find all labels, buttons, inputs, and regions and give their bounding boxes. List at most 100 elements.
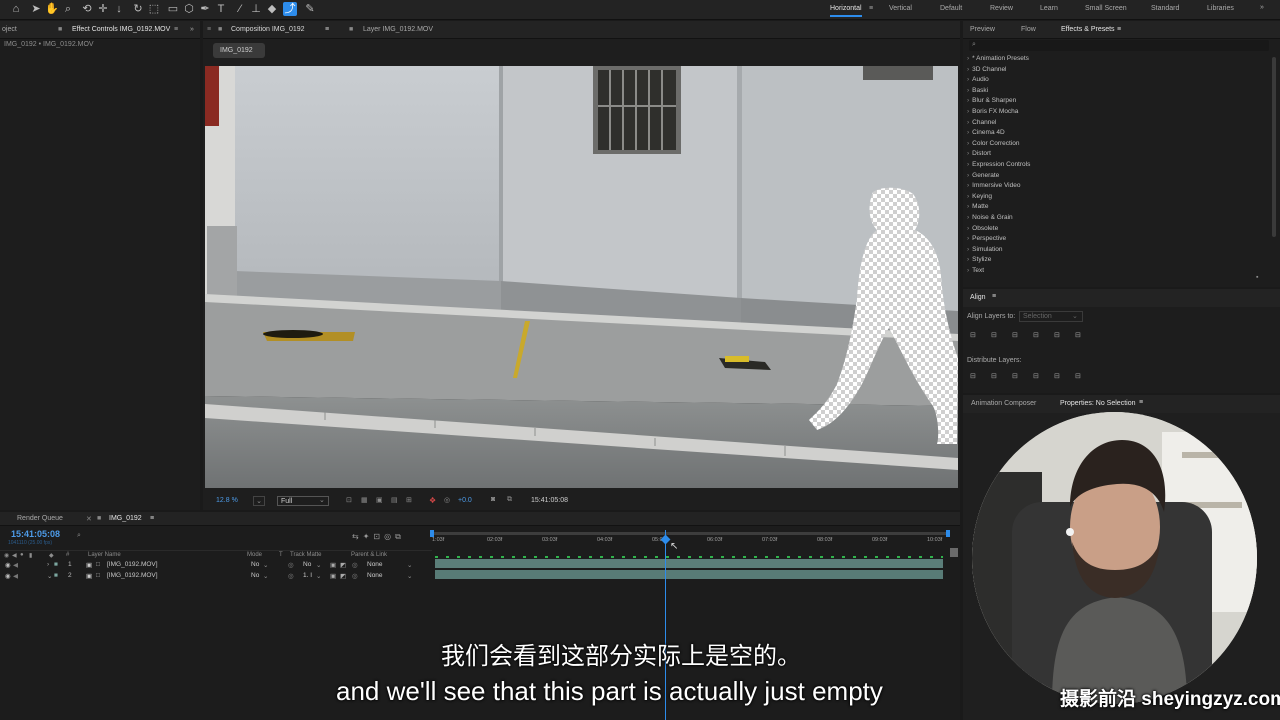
composition-viewer[interactable] xyxy=(205,66,958,488)
pan-tool-icon[interactable]: ✛ xyxy=(96,2,110,16)
align-top-icon[interactable]: ⊟ xyxy=(1033,331,1039,339)
preserve-transparency-icon[interactable]: ◎ xyxy=(288,561,294,569)
effects-scrollbar[interactable] xyxy=(1272,57,1276,237)
track-matte-select[interactable]: No xyxy=(303,561,311,568)
panel-overflow-icon[interactable]: » xyxy=(190,26,194,33)
footage-icon[interactable]: ▣ xyxy=(86,572,92,580)
workspace-vertical[interactable]: Vertical xyxy=(889,5,912,12)
effect-category-item[interactable]: Perspective xyxy=(967,235,1006,242)
tab-layer[interactable]: Layer IMG_0192.MOV xyxy=(363,26,433,33)
effect-category-item[interactable]: Audio xyxy=(967,76,989,83)
zoom-level[interactable]: 12.8 % xyxy=(216,497,238,504)
zoom-dropdown-chevron-icon[interactable]: ⌄ xyxy=(253,496,265,506)
close-icon[interactable]: ✕ xyxy=(86,515,92,523)
work-area-start-handle[interactable] xyxy=(430,530,434,537)
zoom-tool-icon[interactable]: ⌕ xyxy=(61,2,75,16)
layer-2-duration-bar[interactable] xyxy=(435,570,943,579)
pen-tool-icon[interactable]: ✒ xyxy=(198,2,212,16)
matte-switch-icon[interactable]: ▣ xyxy=(330,561,336,569)
channel-icon[interactable]: ❖ xyxy=(429,496,436,505)
puppet-pin-tool-icon[interactable]: ✎ xyxy=(303,2,317,16)
close-icon[interactable]: ■ xyxy=(58,26,62,33)
dolly-tool-icon[interactable]: ↓ xyxy=(112,2,126,16)
chevron-down-icon[interactable]: ⌄ xyxy=(316,572,321,580)
align-title[interactable]: Align xyxy=(970,294,986,301)
show-snapshot-icon[interactable]: ⧉ xyxy=(507,496,512,504)
workspace-overflow-icon[interactable]: » xyxy=(1260,4,1264,11)
effect-category-item[interactable]: Channel xyxy=(967,119,996,126)
track-matte-select[interactable]: 1. I xyxy=(303,572,312,579)
effect-category-item[interactable]: Baski xyxy=(967,87,988,94)
effect-category-item[interactable]: Distort xyxy=(967,150,991,157)
effect-category-item[interactable]: Blur & Sharpen xyxy=(967,97,1016,104)
roto-brush-tool-icon[interactable]: ⤴ xyxy=(283,2,297,16)
distribute-vertical-center-icon[interactable]: ⊟ xyxy=(991,372,997,380)
precomp-icon[interactable]: □ xyxy=(96,572,100,579)
align-bottom-icon[interactable]: ⊟ xyxy=(1075,331,1081,339)
guides-icon[interactable]: ▤ xyxy=(391,496,398,504)
distribute-right-icon[interactable]: ⊟ xyxy=(1075,372,1081,380)
align-left-icon[interactable]: ⊟ xyxy=(970,331,976,339)
comp-chip[interactable]: IMG_0192 xyxy=(213,43,265,58)
brush-tool-icon[interactable]: ⁄ xyxy=(233,2,247,16)
exposure-reset-icon[interactable]: ◎ xyxy=(444,496,450,504)
effect-category-item[interactable]: Obsolete xyxy=(967,225,998,232)
parent-select[interactable]: None xyxy=(367,572,383,579)
matte-invert-icon[interactable]: ◩ xyxy=(340,561,346,569)
work-area-end-handle[interactable] xyxy=(946,530,950,537)
pan-behind-tool-icon[interactable]: ⬚ xyxy=(147,2,161,16)
mask-visibility-icon[interactable]: ▣ xyxy=(376,496,383,504)
preserve-transparency-icon[interactable]: ◎ xyxy=(288,572,294,580)
search-icon[interactable]: ⌕ xyxy=(77,532,81,540)
workspace-horizontal[interactable]: Horizontal xyxy=(830,5,862,17)
tab-render-queue[interactable]: Render Queue xyxy=(17,515,63,522)
tab-effects-presets[interactable]: Effects & Presets xyxy=(1061,26,1115,33)
exposure-value[interactable]: +0.0 xyxy=(458,497,472,504)
table-row[interactable]: ◉ ◀ › ■ 1 ▣ □ [IMG_0192.MOV] No ⌄ ◎ No ⌄ ▣ ◩ ◎ None ⌄ xyxy=(0,561,432,571)
timeline-switches[interactable]: ⇆✦⊡◎⧉ xyxy=(352,532,405,542)
orbit-tool-icon[interactable]: ⟲ xyxy=(80,2,94,16)
effect-category-item[interactable]: Stylize xyxy=(967,256,991,263)
comp-marker-icon[interactable] xyxy=(950,548,958,557)
parent-select[interactable]: None xyxy=(367,561,383,568)
snapshot-camera-icon[interactable]: ◙ xyxy=(491,496,495,503)
chevron-down-icon[interactable]: ⌄ xyxy=(407,572,412,580)
selection-tool-icon[interactable]: ➤ xyxy=(29,2,43,16)
effect-category-item[interactable]: Matte xyxy=(967,203,988,210)
effect-category-item[interactable]: * Animation Presets xyxy=(967,55,1029,62)
tab-composition[interactable]: Composition IMG_0192 xyxy=(231,26,305,33)
panel-menu-icon[interactable]: ≡ xyxy=(1139,399,1143,406)
grid-icon[interactable]: ⊞ xyxy=(406,496,412,504)
tab-effect-controls[interactable]: Effect Controls IMG_0192.MOV xyxy=(72,26,170,33)
workspace-standard[interactable]: Standard xyxy=(1151,5,1179,12)
matte-switch-icon[interactable]: ▣ xyxy=(330,572,336,580)
chevron-down-icon[interactable]: ⌄ xyxy=(316,561,321,569)
rectangle-tool-icon[interactable]: ▭ xyxy=(166,2,180,16)
hand-tool-icon[interactable]: ✋ xyxy=(45,2,59,16)
layer-1-duration-bar[interactable] xyxy=(435,559,943,568)
tab-flow[interactable]: Flow xyxy=(1021,26,1036,33)
workspace-small-screen[interactable]: Small Screen xyxy=(1085,5,1127,12)
audio-icon[interactable]: ◀ xyxy=(13,572,18,580)
effects-search-input[interactable]: ⌕ xyxy=(969,40,1269,51)
panel-menu-icon[interactable]: ≡ xyxy=(992,293,996,300)
effect-category-item[interactable]: Generate xyxy=(967,172,999,179)
effect-category-item[interactable]: Boris FX Mocha xyxy=(967,108,1018,115)
effect-category-item[interactable]: Text xyxy=(967,267,984,274)
rotate-tool-icon[interactable]: ↻ xyxy=(131,2,145,16)
panel-menu-icon[interactable]: ≡ xyxy=(174,26,178,33)
matte-invert-icon[interactable]: ◩ xyxy=(340,572,346,580)
effect-category-item[interactable]: Expression Controls xyxy=(967,161,1030,168)
mode-select[interactable]: No xyxy=(251,561,259,568)
type-tool-icon[interactable]: T xyxy=(214,2,228,16)
footage-icon[interactable]: ▣ xyxy=(86,561,92,569)
close-icon[interactable]: ■ xyxy=(218,26,222,33)
align-horizontal-center-icon[interactable]: ⊟ xyxy=(991,331,997,339)
effect-category-item[interactable]: Keying xyxy=(967,193,992,200)
pickwhip-icon[interactable]: ◎ xyxy=(352,572,358,580)
time-ruler[interactable]: 1:03f 02:03f 03:03f 04:03f 05:03f 06:03f 07:03… xyxy=(432,537,950,549)
distribute-top-icon[interactable]: ⊟ xyxy=(970,372,976,380)
effect-category-item[interactable]: Simulation xyxy=(967,246,1002,253)
layer-name-header[interactable]: Layer Name xyxy=(88,552,121,558)
mode-select[interactable]: No xyxy=(251,572,259,579)
